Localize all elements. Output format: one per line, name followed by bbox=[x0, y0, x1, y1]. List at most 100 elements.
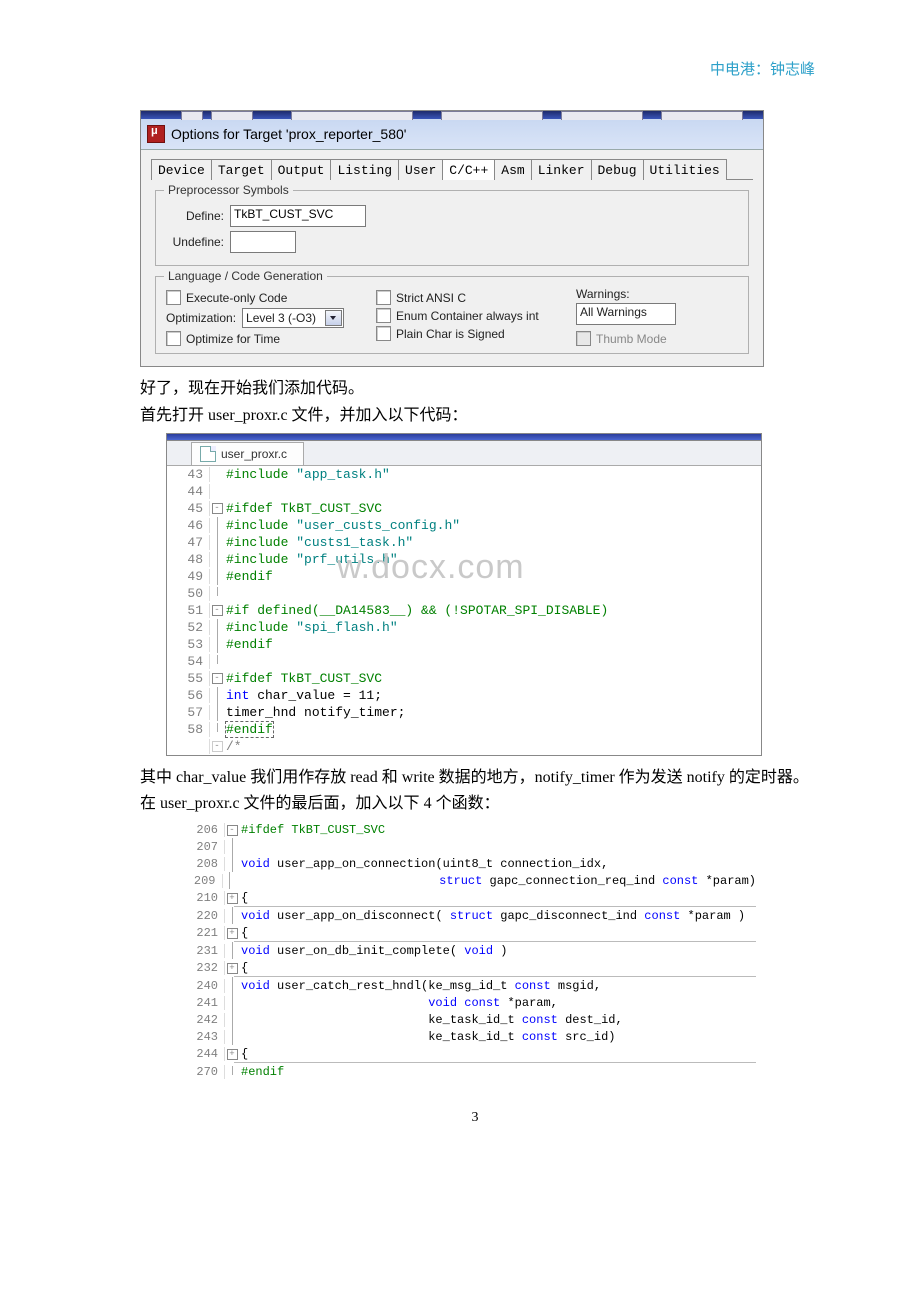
code-line: 47#include "custs1_task.h" bbox=[167, 534, 761, 551]
undefine-input[interactable] bbox=[230, 231, 296, 253]
thumb-mode-checkbox[interactable] bbox=[576, 331, 591, 346]
fold-gutter[interactable] bbox=[210, 723, 224, 735]
code-line: 57timer_hnd notify_timer; bbox=[167, 704, 761, 721]
fold-gutter[interactable] bbox=[210, 619, 224, 636]
line-number: 45 bbox=[167, 501, 210, 516]
code-body: w.docx.com 43#include "app_task.h"4445-#… bbox=[167, 466, 761, 755]
line-number: 49 bbox=[167, 569, 210, 584]
text-frag: 数据的地方， bbox=[435, 769, 535, 786]
optimization-select[interactable]: Level 3 (-O3) bbox=[242, 308, 344, 328]
tab-listing[interactable]: Listing bbox=[330, 159, 399, 180]
fold-gutter[interactable]: - bbox=[210, 604, 224, 616]
line-number: 53 bbox=[167, 637, 210, 652]
tab-c-cpp[interactable]: C/C++ bbox=[442, 159, 495, 180]
code-line: 270#endif bbox=[184, 1063, 756, 1080]
fold-gutter[interactable] bbox=[225, 907, 239, 924]
dialog-title: Options for Target 'prox_reporter_580' bbox=[171, 126, 406, 142]
fold-gutter[interactable] bbox=[210, 568, 224, 585]
line-number: 207 bbox=[184, 840, 225, 854]
fold-gutter[interactable] bbox=[210, 704, 224, 721]
fold-gutter[interactable] bbox=[223, 872, 236, 889]
tab-linker[interactable]: Linker bbox=[531, 159, 592, 180]
strict-ansi-checkbox[interactable] bbox=[376, 290, 391, 305]
editor-tabbar: user_proxr.c bbox=[167, 441, 761, 466]
fold-gutter[interactable] bbox=[225, 1011, 239, 1028]
plain-char-label: Plain Char is Signed bbox=[396, 327, 505, 341]
fold-gutter[interactable]: + bbox=[225, 962, 239, 974]
tab-asm[interactable]: Asm bbox=[494, 159, 531, 180]
dialog-title-bar: Options for Target 'prox_reporter_580' bbox=[141, 119, 763, 150]
fold-gutter[interactable] bbox=[210, 534, 224, 551]
fold-gutter[interactable] bbox=[210, 517, 224, 534]
thumb-mode-label: Thumb Mode bbox=[596, 332, 667, 346]
line-number: 209 bbox=[184, 874, 223, 888]
code-text: #include "spi_flash.h" bbox=[224, 620, 398, 635]
paragraph-4: 在 user_proxr.c 文件的最后面，加入以下 4 个函数： bbox=[140, 792, 810, 817]
fold-gutter[interactable]: - bbox=[210, 672, 224, 684]
fold-gutter[interactable] bbox=[225, 977, 239, 994]
fold-gutter[interactable]: - bbox=[225, 824, 239, 836]
text-frag: 作为发送 bbox=[615, 769, 687, 786]
code-line: 206-#ifdef TkBT_CUST_SVC bbox=[184, 821, 756, 838]
header-author: 中电港：钟志峰 bbox=[710, 58, 815, 79]
fold-gutter[interactable] bbox=[210, 636, 224, 653]
tab-target[interactable]: Target bbox=[211, 159, 272, 180]
line-number: 52 bbox=[167, 620, 210, 635]
code-line: 51-#if defined(__DA14583__) && (!SPOTAR_… bbox=[167, 602, 761, 619]
line-number: 54 bbox=[167, 654, 210, 669]
line-number: 47 bbox=[167, 535, 210, 550]
fold-gutter[interactable] bbox=[210, 587, 224, 599]
code-line: 231void user_on_db_init_complete( void ) bbox=[184, 942, 756, 959]
text-frag: 个函数： bbox=[432, 795, 500, 812]
code-text: { bbox=[239, 961, 248, 975]
fold-gutter[interactable] bbox=[225, 942, 239, 959]
opt-time-checkbox[interactable] bbox=[166, 331, 181, 346]
code-line: 53#endif bbox=[167, 636, 761, 653]
fold-gutter[interactable] bbox=[225, 838, 239, 855]
fold-gutter[interactable] bbox=[225, 994, 239, 1011]
enum-container-label: Enum Container always int bbox=[396, 309, 539, 323]
fold-gutter[interactable]: + bbox=[225, 927, 239, 939]
plain-char-checkbox[interactable] bbox=[376, 326, 391, 341]
code-line: -/* bbox=[167, 738, 761, 755]
code-text: #include "user_custs_config.h" bbox=[224, 518, 460, 533]
fold-gutter[interactable] bbox=[210, 551, 224, 568]
define-input[interactable]: TkBT_CUST_SVC bbox=[230, 205, 366, 227]
enum-container-checkbox[interactable] bbox=[376, 308, 391, 323]
tab-device[interactable]: Device bbox=[151, 159, 212, 180]
code-line: 45-#ifdef TkBT_CUST_SVC bbox=[167, 500, 761, 517]
fold-gutter[interactable]: - bbox=[210, 502, 224, 514]
fold-gutter[interactable] bbox=[225, 1066, 239, 1078]
var-name: char_value bbox=[176, 769, 246, 786]
warnings-select[interactable]: All Warnings bbox=[576, 303, 676, 325]
number-text: 4 bbox=[424, 795, 432, 812]
exec-only-checkbox[interactable] bbox=[166, 290, 181, 305]
line-number: 244 bbox=[184, 1047, 225, 1061]
fold-gutter[interactable] bbox=[225, 855, 239, 872]
fold-gutter[interactable]: + bbox=[225, 892, 239, 904]
code-text: #include "app_task.h" bbox=[224, 467, 390, 482]
code-text: void user_app_on_connection(uint8_t conn… bbox=[239, 857, 608, 871]
paragraph-3: 其中 char_value 我们用作存放 read 和 write 数据的地方，… bbox=[140, 766, 810, 791]
fold-gutter[interactable] bbox=[210, 687, 224, 704]
tab-user[interactable]: User bbox=[398, 159, 443, 180]
tab-output[interactable]: Output bbox=[271, 159, 332, 180]
fold-gutter[interactable] bbox=[225, 1028, 239, 1045]
code-line: 44 bbox=[167, 483, 761, 500]
line-number: 56 bbox=[167, 688, 210, 703]
tab-debug[interactable]: Debug bbox=[591, 159, 644, 180]
file-tab[interactable]: user_proxr.c bbox=[191, 442, 304, 465]
fold-gutter[interactable] bbox=[210, 655, 224, 667]
preprocessor-legend: Preprocessor Symbols bbox=[164, 183, 293, 197]
line-number: 270 bbox=[184, 1065, 225, 1079]
code-line: 244+{ bbox=[184, 1045, 756, 1062]
fold-gutter[interactable]: + bbox=[225, 1048, 239, 1060]
code-line: 208void user_app_on_connection(uint8_t c… bbox=[184, 855, 756, 872]
code-line: 50 bbox=[167, 585, 761, 602]
code-text: #endif bbox=[224, 569, 273, 584]
code-text: { bbox=[239, 891, 248, 905]
dropdown-arrow-icon[interactable] bbox=[325, 310, 342, 326]
tab-utilities[interactable]: Utilities bbox=[643, 159, 727, 180]
var-name: read bbox=[350, 769, 378, 786]
options-dialog: Options for Target 'prox_reporter_580' D… bbox=[140, 110, 764, 367]
